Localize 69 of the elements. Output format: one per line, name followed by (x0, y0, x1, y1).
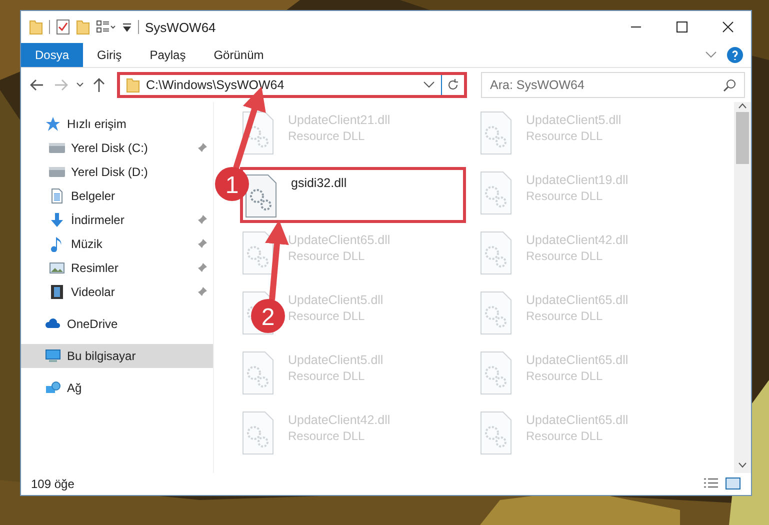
sidebar-item[interactable]: Bu bilgisayar (21, 344, 213, 368)
large-icons-view-icon[interactable] (725, 477, 741, 491)
dll-file-icon (242, 351, 274, 395)
document-icon (49, 188, 65, 204)
file-type: Resource DLL (288, 369, 366, 383)
scrollbar-thumb[interactable] (736, 112, 749, 164)
film-icon (49, 284, 65, 300)
file-type: Resource DLL (526, 249, 604, 263)
network-icon (45, 380, 61, 396)
new-folder-icon (76, 19, 90, 35)
ribbon-tab[interactable]: Görünüm (200, 43, 278, 67)
file-type: Resource DLL (288, 309, 366, 323)
scroll-down-icon[interactable] (738, 461, 747, 469)
scroll-up-icon[interactable] (738, 102, 747, 110)
dll-file-icon (242, 231, 274, 275)
file-type: Resource DLL (288, 249, 366, 263)
sidebar-item[interactable]: Yerel Disk (D:) (21, 160, 213, 184)
item-count: 109 öğe (31, 477, 74, 491)
file-name[interactable]: gsidi32.dll (291, 176, 347, 190)
file-type: Resource DLL (288, 129, 366, 143)
sidebar-item[interactable]: İndirmeler (21, 208, 213, 232)
ribbon-tab[interactable]: Giriş (83, 43, 136, 67)
pictures-icon (49, 260, 65, 276)
callout-badge: 1 (215, 167, 249, 201)
dll-file-icon (480, 411, 512, 455)
ribbon-tab[interactable]: Dosya (21, 43, 84, 67)
help-icon[interactable] (727, 47, 743, 63)
sidebar-item[interactable]: Resimler (21, 256, 213, 280)
sidebar-item[interactable]: Hızlı erişim (21, 112, 213, 136)
download-arrow-icon (49, 212, 65, 228)
folder-icon (126, 77, 140, 93)
dropdown-icon[interactable] (122, 22, 132, 32)
dll-file-icon (480, 111, 512, 155)
folder-icon (29, 19, 43, 35)
dll-file-icon (480, 171, 512, 215)
drive-icon (49, 164, 65, 180)
dll-file-icon (245, 174, 277, 218)
chevron-down-icon[interactable] (705, 51, 717, 59)
address-field[interactable]: C:\Windows\SysWOW64 (117, 72, 467, 98)
sidebar-item[interactable]: Ağ (21, 376, 213, 400)
sidebar-item[interactable]: Belgeler (21, 184, 213, 208)
file-type: Resource DLL (526, 429, 604, 443)
window-title: SysWOW64 (145, 20, 216, 34)
monitor-icon (45, 348, 61, 364)
recent-dropdown-icon[interactable] (75, 81, 85, 89)
sidebar-item[interactable]: Yerel Disk (C:) (21, 136, 213, 160)
file-type: Resource DLL (526, 129, 604, 143)
file-type: Resource DLL (526, 309, 604, 323)
dll-file-icon (480, 231, 512, 275)
star-icon (45, 116, 61, 132)
dll-file-icon (242, 111, 274, 155)
drive-icon (49, 140, 65, 156)
search-icon (723, 78, 736, 92)
sidebar-item[interactable]: Videolar (21, 280, 213, 304)
sidebar-item[interactable]: Müzik (21, 232, 213, 256)
chevron-down-icon[interactable] (423, 81, 435, 89)
ribbon-tab[interactable]: Paylaş (136, 43, 200, 67)
dll-file-icon (480, 351, 512, 395)
dll-file-icon (242, 411, 274, 455)
dll-file-icon (480, 291, 512, 335)
file-type: Resource DLL (288, 429, 366, 443)
sidebar-item[interactable]: OneDrive (21, 312, 213, 336)
file-type: Resource DLL (526, 189, 604, 203)
refresh-icon[interactable] (447, 79, 459, 91)
properties-icon[interactable] (56, 19, 70, 35)
view-options-icon[interactable] (96, 20, 116, 34)
file-type: Resource DLL (526, 369, 604, 383)
search-field[interactable]: Ara: SysWOW64 (481, 72, 745, 98)
callout-badge: 2 (251, 299, 285, 333)
